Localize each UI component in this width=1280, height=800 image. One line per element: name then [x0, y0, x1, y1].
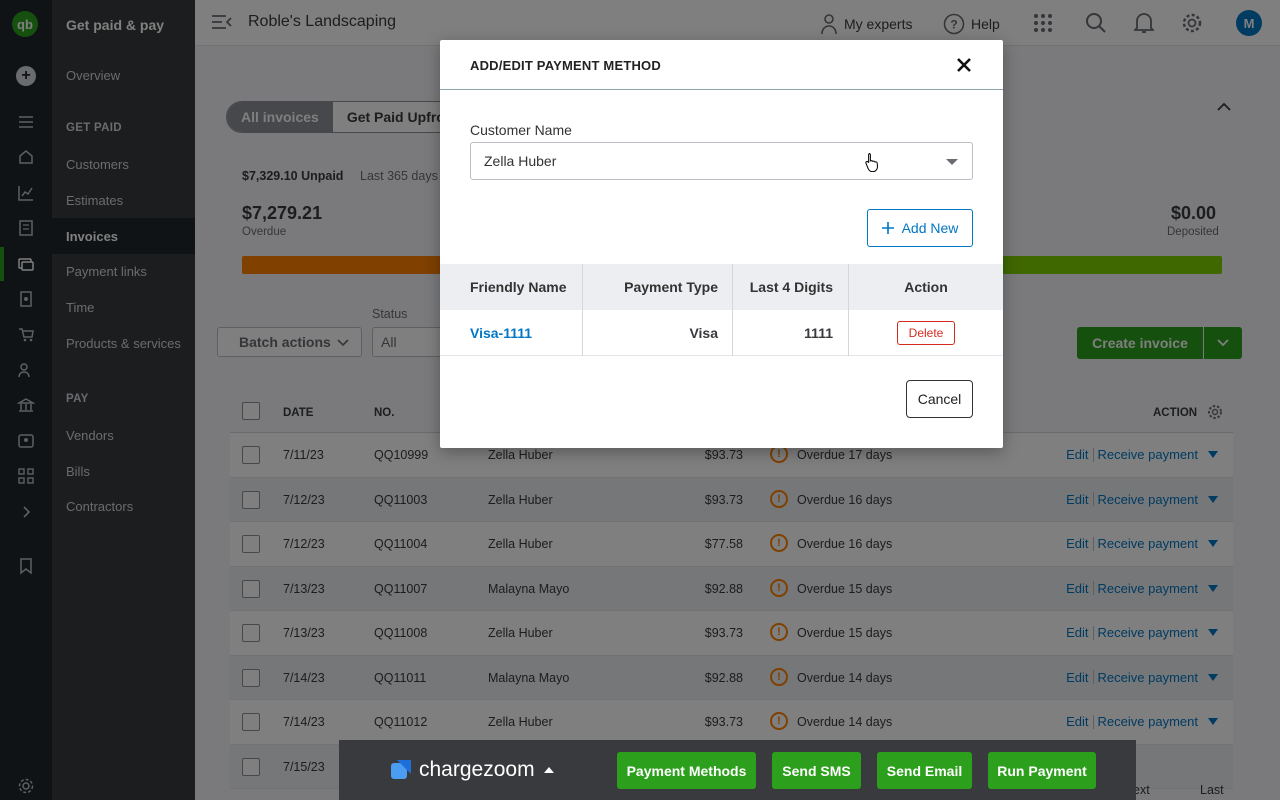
modal-title: ADD/EDIT PAYMENT METHOD [470, 58, 661, 73]
customer-name-select[interactable]: Zella Huber [470, 142, 973, 180]
send-email-button[interactable]: Send Email [877, 752, 972, 789]
payment-method-row: Visa-1111 Visa 1111 Delete [440, 310, 1003, 356]
payment-method-modal: ADD/EDIT PAYMENT METHOD Customer Name Ze… [440, 40, 1003, 448]
col-friendly-name: Friendly Name [470, 279, 567, 295]
caret-down-icon [946, 159, 958, 165]
cancel-button[interactable]: Cancel [906, 380, 973, 418]
close-icon[interactable] [953, 54, 975, 76]
col-payment-type: Payment Type [624, 279, 718, 295]
col-last-4-digits: Last 4 Digits [749, 279, 833, 295]
caret-up-icon[interactable] [543, 766, 555, 774]
payment-type-cell: Visa [689, 325, 718, 341]
modal-header: ADD/EDIT PAYMENT METHOD [440, 40, 1003, 90]
customer-name-label: Customer Name [470, 122, 572, 138]
customer-name-value: Zella Huber [484, 153, 557, 169]
payment-methods-table: Friendly Name Payment Type Last 4 Digits… [440, 264, 1003, 356]
chargezoom-mark-icon [391, 760, 411, 779]
action-cell: Delete [849, 310, 1003, 356]
add-new-button[interactable]: Add New [867, 209, 973, 247]
chargezoom-logo[interactable]: chargezoom [391, 758, 555, 782]
chargezoom-brand: chargezoom [419, 758, 535, 781]
chargezoom-bar: chargezoom Payment Methods Send SMS Send… [339, 740, 1136, 800]
send-sms-button[interactable]: Send SMS [772, 752, 861, 789]
last-4-digits-cell: 1111 [804, 325, 833, 341]
col-action: Action [904, 279, 948, 295]
add-new-label: Add New [901, 220, 959, 236]
payment-methods-header: Friendly Name Payment Type Last 4 Digits… [440, 264, 1003, 310]
hand-cursor-icon [864, 152, 880, 177]
run-payment-button[interactable]: Run Payment [988, 752, 1096, 789]
payment-methods-button[interactable]: Payment Methods [617, 752, 756, 789]
plus-icon [881, 222, 894, 234]
delete-button[interactable]: Delete [897, 321, 955, 345]
friendly-name-link[interactable]: Visa-1111 [470, 310, 532, 356]
